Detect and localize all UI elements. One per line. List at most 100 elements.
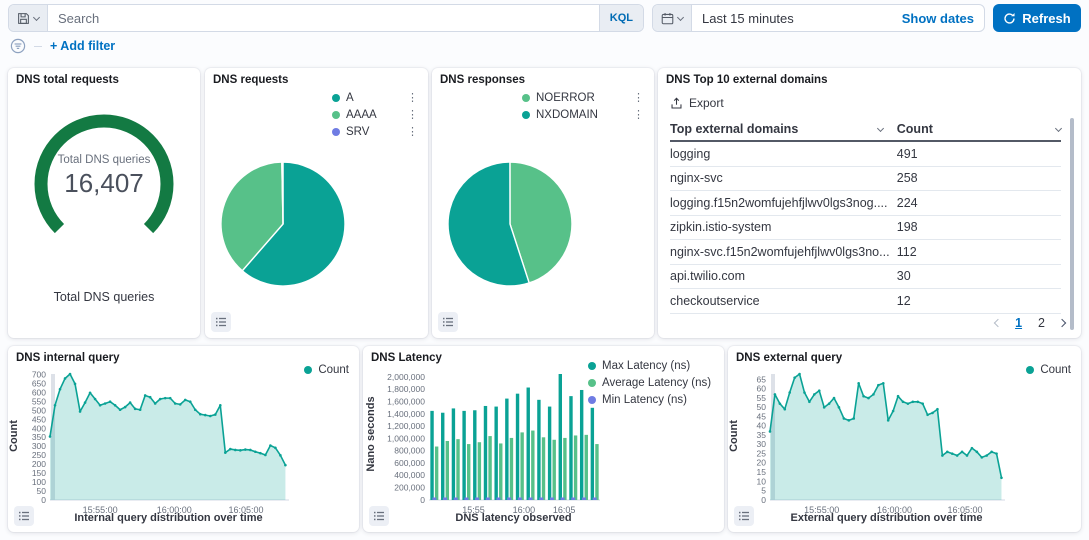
previous-page-icon[interactable] (994, 319, 1002, 327)
search-input[interactable] (48, 5, 599, 31)
legend-item[interactable]: SRV ⋮ (332, 126, 418, 138)
legend-toggle-button[interactable] (14, 506, 34, 526)
legend-item[interactable]: Min Latency (ns) (588, 394, 716, 406)
legend-color-dot (522, 111, 530, 119)
svg-text:500: 500 (32, 405, 46, 415)
query-language-button[interactable]: KQL (599, 5, 643, 31)
gauge-bottom-label: Total DNS queries (8, 290, 200, 304)
column-header-count[interactable]: Count (897, 122, 1061, 136)
svg-text:1,600,000: 1,600,000 (387, 396, 425, 406)
legend-item[interactable]: Count (304, 364, 349, 376)
x-axis-title: Internal query distribution over time (8, 512, 359, 524)
svg-text:50: 50 (757, 402, 767, 412)
legend-item-label[interactable]: NOERROR (536, 92, 595, 104)
svg-text:550: 550 (32, 397, 46, 407)
legend-actions-icon[interactable]: ⋮ (633, 93, 644, 104)
svg-text:400,000: 400,000 (394, 470, 425, 480)
legend-item-label[interactable]: Max Latency (ns) (602, 360, 690, 372)
sort-chevron-icon (1055, 124, 1062, 131)
legend-item[interactable]: Max Latency (ns) (588, 360, 716, 372)
legend-color-dot (588, 362, 596, 370)
svg-text:45: 45 (757, 411, 767, 421)
dashboard-page: KQL Last 15 minutes Show dates Refresh +… (0, 0, 1089, 540)
legend-item[interactable]: NXDOMAIN ⋮ (522, 109, 644, 121)
gauge-label: Total DNS queries (8, 154, 200, 166)
panel-title: DNS responses (440, 74, 525, 86)
count-cell: 224 (897, 196, 1061, 210)
legend-item-label[interactable]: Count (318, 364, 349, 376)
legend-actions-icon[interactable]: ⋮ (407, 110, 418, 121)
legend-color-dot (332, 128, 340, 136)
page-number-button[interactable]: 1 (1013, 316, 1024, 330)
legend-item[interactable]: A⋮ (332, 92, 418, 104)
table-scrollbar[interactable] (1070, 118, 1074, 330)
legend-item-label[interactable]: A (346, 92, 354, 104)
list-icon (215, 316, 227, 328)
legend-color-dot (588, 379, 596, 387)
calendar-menu-button[interactable] (653, 5, 692, 31)
legend-toggle-button[interactable] (438, 312, 458, 332)
saved-query-menu-button[interactable] (9, 5, 48, 31)
refresh-button[interactable]: Refresh (993, 4, 1081, 32)
legend-item-label[interactable]: Average Latency (ns) (602, 377, 711, 389)
external-legend: Count (1026, 364, 1071, 376)
legend-item[interactable]: NOERROR ⋮ (522, 92, 644, 104)
svg-text:15: 15 (757, 467, 767, 477)
panel-title: DNS external query (736, 352, 842, 364)
domain-cell: nginx-svc (670, 171, 897, 185)
export-icon (670, 97, 683, 110)
next-page-icon[interactable] (1058, 319, 1066, 327)
column-header-domains[interactable]: Top external domains (670, 122, 897, 136)
panel-dns-total-requests: DNS total requests Total DNS queries 16,… (8, 68, 200, 338)
gauge-center-text: Total DNS queries 16,407 (8, 154, 200, 199)
svg-text:2,000,000: 2,000,000 (387, 372, 425, 382)
table-row: logging491 (670, 142, 1061, 167)
export-button[interactable]: Export (670, 96, 724, 110)
legend-item-label[interactable]: Min Latency (ns) (602, 394, 687, 406)
panel-title: DNS internal query (16, 352, 120, 364)
svg-text:1,800,000: 1,800,000 (387, 384, 425, 394)
svg-text:0: 0 (41, 495, 46, 505)
table-header: Top external domains Count (670, 118, 1061, 142)
legend-item-label[interactable]: Count (1040, 364, 1071, 376)
svg-text:200,000: 200,000 (394, 483, 425, 493)
internal-query-area-chart: 0501001502002503003504004505005506006507… (14, 368, 353, 518)
legend-toggle-button[interactable] (369, 506, 389, 526)
svg-text:600: 600 (32, 388, 46, 398)
filter-menu-button[interactable] (10, 38, 26, 54)
panel-title: DNS Latency (371, 352, 442, 364)
svg-text:50: 50 (37, 486, 47, 496)
svg-text:350: 350 (32, 432, 46, 442)
count-cell: 258 (897, 171, 1061, 185)
legend-item[interactable]: Count (1026, 364, 1071, 376)
legend-item[interactable]: AAAA ⋮ (332, 109, 418, 121)
svg-text:35: 35 (757, 430, 767, 440)
svg-text:65: 65 (757, 374, 767, 384)
table-row: nginx-svc258 (670, 167, 1061, 192)
chevron-down-icon (33, 13, 40, 20)
legend-item[interactable]: Average Latency (ns) (588, 377, 716, 389)
filter-bar: + Add filter (10, 37, 115, 55)
time-range-button[interactable]: Last 15 minutes (692, 5, 892, 31)
legend-toggle-button[interactable] (734, 506, 754, 526)
domain-cell: logging (670, 147, 897, 161)
legend-color-dot (304, 366, 312, 374)
legend-actions-icon[interactable]: ⋮ (407, 127, 418, 138)
legend-item-label[interactable]: AAAA (346, 109, 377, 121)
show-dates-button[interactable]: Show dates (892, 5, 984, 31)
page-number-button[interactable]: 2 (1036, 316, 1047, 330)
svg-text:55: 55 (757, 393, 767, 403)
legend-actions-icon[interactable]: ⋮ (407, 93, 418, 104)
query-bar: KQL Last 15 minutes Show dates Refresh (8, 4, 1081, 32)
latency-legend: Max Latency (ns) Average Latency (ns) Min … (588, 360, 716, 406)
legend-item-label[interactable]: SRV (346, 126, 369, 138)
legend-toggle-button[interactable] (211, 312, 231, 332)
svg-text:30: 30 (757, 439, 767, 449)
legend-actions-icon[interactable]: ⋮ (633, 110, 644, 121)
legend-item-label[interactable]: NXDOMAIN (536, 109, 598, 121)
svg-text:60: 60 (757, 384, 767, 394)
legend-color-dot (588, 396, 596, 404)
svg-text:600,000: 600,000 (394, 458, 425, 468)
add-filter-button[interactable]: + Add filter (50, 39, 115, 53)
pagination: 12 (995, 316, 1065, 330)
